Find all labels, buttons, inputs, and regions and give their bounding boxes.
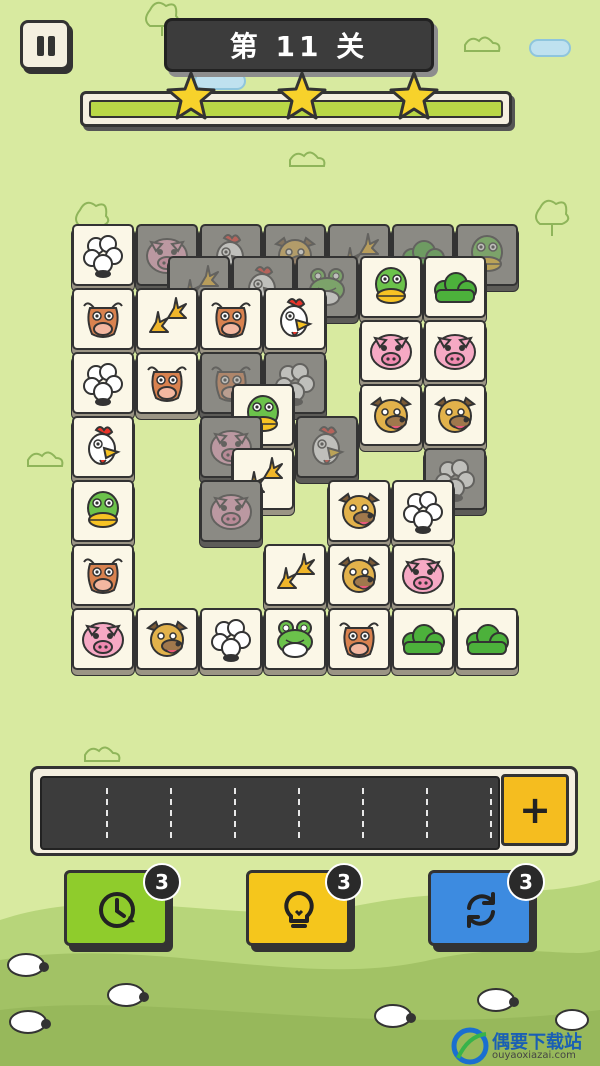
level-progress-bar bbox=[80, 71, 512, 127]
dog-icon bbox=[366, 390, 416, 440]
tray-slots bbox=[40, 776, 500, 850]
pig-icon bbox=[430, 326, 480, 376]
watermark-url: ouyaoxiazai.com bbox=[492, 1050, 576, 1061]
tile-sheep[interactable] bbox=[392, 480, 454, 542]
pig-icon bbox=[398, 550, 448, 600]
cow-icon bbox=[78, 550, 128, 600]
star-icon bbox=[389, 71, 439, 120]
hint-powerup-button[interactable]: 3 bbox=[246, 863, 363, 946]
tile-frog[interactable] bbox=[264, 608, 326, 670]
tile-pig bbox=[200, 480, 262, 542]
sheep-icon bbox=[398, 486, 448, 536]
duck-icon bbox=[78, 486, 128, 536]
rooster-icon bbox=[270, 294, 320, 344]
cow-icon bbox=[142, 358, 192, 408]
duck-icon bbox=[366, 262, 416, 312]
clock-rewind-icon bbox=[99, 892, 135, 928]
pause-icon bbox=[37, 36, 44, 56]
tile-dog[interactable] bbox=[424, 384, 486, 446]
undo-count-badge: 3 bbox=[143, 863, 181, 901]
watermark: 偶要下载站 ouyaoxiazai.com bbox=[450, 1026, 600, 1066]
shuffle-powerup-button[interactable]: 3 bbox=[428, 863, 545, 946]
tile-sheep[interactable] bbox=[72, 352, 134, 414]
tile-footprints[interactable] bbox=[136, 288, 198, 350]
tile-cow[interactable] bbox=[200, 288, 262, 350]
rooster-icon bbox=[78, 422, 128, 472]
tile-pig[interactable] bbox=[424, 320, 486, 382]
dog-icon bbox=[430, 390, 480, 440]
lightbulb-icon bbox=[284, 891, 314, 928]
tile-sheep[interactable] bbox=[72, 224, 134, 286]
footprints-icon bbox=[270, 550, 320, 600]
add-slot-button[interactable]: + bbox=[501, 774, 569, 846]
pause-button[interactable] bbox=[20, 20, 70, 70]
sheep-icon bbox=[78, 230, 128, 280]
tile-pig[interactable] bbox=[392, 544, 454, 606]
star-icon bbox=[166, 71, 216, 120]
tile-bush[interactable] bbox=[424, 256, 486, 318]
cow-icon bbox=[206, 294, 256, 344]
tile-cow[interactable] bbox=[72, 288, 134, 350]
tile-bush[interactable] bbox=[392, 608, 454, 670]
pig-icon bbox=[366, 326, 416, 376]
dog-icon bbox=[334, 486, 384, 536]
tile-dog[interactable] bbox=[136, 608, 198, 670]
sheep-icon bbox=[206, 614, 256, 664]
tile-rooster bbox=[296, 416, 358, 478]
tile-footprints[interactable] bbox=[264, 544, 326, 606]
tile-pig[interactable] bbox=[360, 320, 422, 382]
pig-icon bbox=[78, 614, 128, 664]
tile-sheep[interactable] bbox=[200, 608, 262, 670]
bush-icon bbox=[430, 262, 480, 312]
pig-icon bbox=[206, 486, 256, 536]
tile-rooster[interactable] bbox=[264, 288, 326, 350]
watermark-logo-icon bbox=[451, 1027, 489, 1065]
frog-icon bbox=[270, 614, 320, 664]
cow-icon bbox=[78, 294, 128, 344]
shuffle-count-badge: 3 bbox=[507, 863, 545, 901]
tile-cow[interactable] bbox=[72, 544, 134, 606]
footprints-icon bbox=[142, 294, 192, 344]
tile-rooster[interactable] bbox=[72, 416, 134, 478]
level-title: 第 11 关 bbox=[164, 18, 434, 72]
sheep-icon bbox=[78, 358, 128, 408]
bush-icon bbox=[398, 614, 448, 664]
hint-count-badge: 3 bbox=[325, 863, 363, 901]
tile-bush[interactable] bbox=[456, 608, 518, 670]
tile-tray: + bbox=[30, 766, 578, 856]
tile-duck[interactable] bbox=[360, 256, 422, 318]
cow-icon bbox=[334, 614, 384, 664]
dog-icon bbox=[334, 550, 384, 600]
tile-dog[interactable] bbox=[328, 480, 390, 542]
tile-cow[interactable] bbox=[136, 352, 198, 414]
rooster-icon bbox=[302, 422, 352, 472]
dog-icon bbox=[142, 614, 192, 664]
tile-pig[interactable] bbox=[72, 608, 134, 670]
tile-dog[interactable] bbox=[328, 544, 390, 606]
bush-icon bbox=[462, 614, 512, 664]
tile-dog[interactable] bbox=[360, 384, 422, 446]
shuffle-arrows-icon bbox=[467, 892, 495, 928]
star-icon bbox=[277, 71, 327, 120]
undo-powerup-button[interactable]: 3 bbox=[64, 863, 181, 946]
tile-cow[interactable] bbox=[328, 608, 390, 670]
tile-duck[interactable] bbox=[72, 480, 134, 542]
